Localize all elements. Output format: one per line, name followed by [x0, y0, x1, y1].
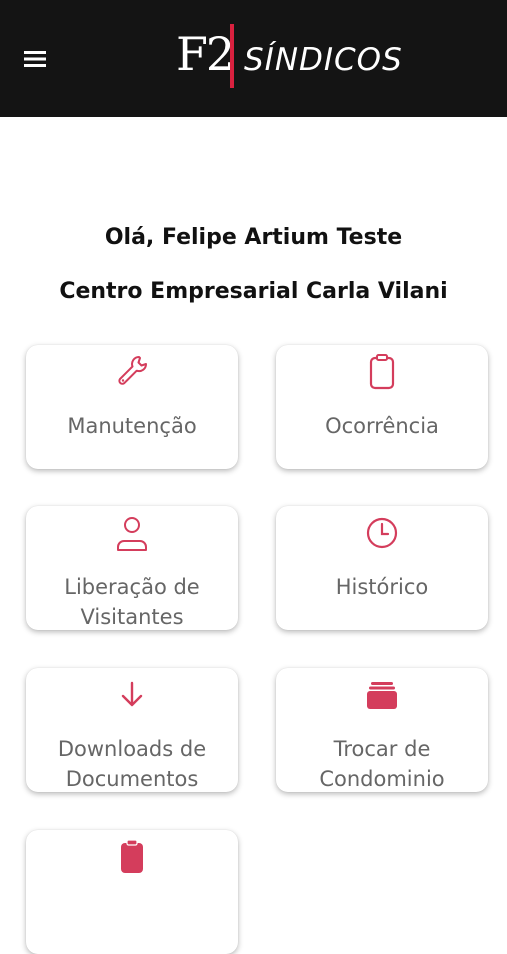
history-card[interactable]: Histórico [276, 506, 488, 630]
user-greeting: Olá, Felipe Artium Teste [104, 225, 403, 250]
app-logo: F2 SÍNDICOS [176, 22, 416, 90]
person-icon [117, 517, 147, 551]
condominium-name: Centro Empresarial Carla Vilani [59, 279, 448, 304]
card-label-line-1: Liberação de [64, 575, 200, 599]
arrow-down-icon [121, 681, 143, 707]
app-header: F2 SÍNDICOS [0, 0, 507, 117]
logo-text: SÍNDICOS [244, 42, 403, 78]
occurrence-card[interactable]: Ocorrência [276, 345, 488, 469]
logo-divider [230, 24, 234, 88]
clipboard-filled-icon [121, 839, 143, 873]
clipboard-card[interactable] [26, 830, 238, 954]
downloads-card[interactable]: Downloads de Documentos [26, 668, 238, 792]
card-label: Histórico [335, 575, 429, 599]
stack-icon [367, 682, 397, 709]
card-label: Ocorrência [325, 414, 439, 438]
card-label-line-2: Condominio [319, 767, 445, 791]
clock-icon [366, 517, 398, 549]
card-label-line-1: Trocar de [333, 737, 431, 761]
card-label-line-2: Visitantes [80, 605, 184, 629]
logo-mark: F2 [176, 27, 235, 81]
hamburger-menu-button[interactable] [20, 44, 50, 74]
maintenance-card[interactable]: Manutenção [26, 345, 238, 469]
switch-condominium-card[interactable]: Trocar de Condominio [276, 668, 488, 792]
clipboard-icon [369, 354, 395, 390]
card-label: Manutenção [67, 414, 197, 438]
card-label-line-2: Documentos [65, 767, 199, 791]
wrench-icon [118, 356, 148, 385]
visitor-release-card[interactable]: Liberação de Visitantes [26, 506, 238, 630]
card-label-line-1: Downloads de [57, 737, 207, 761]
hamburger-icon [24, 51, 46, 67]
